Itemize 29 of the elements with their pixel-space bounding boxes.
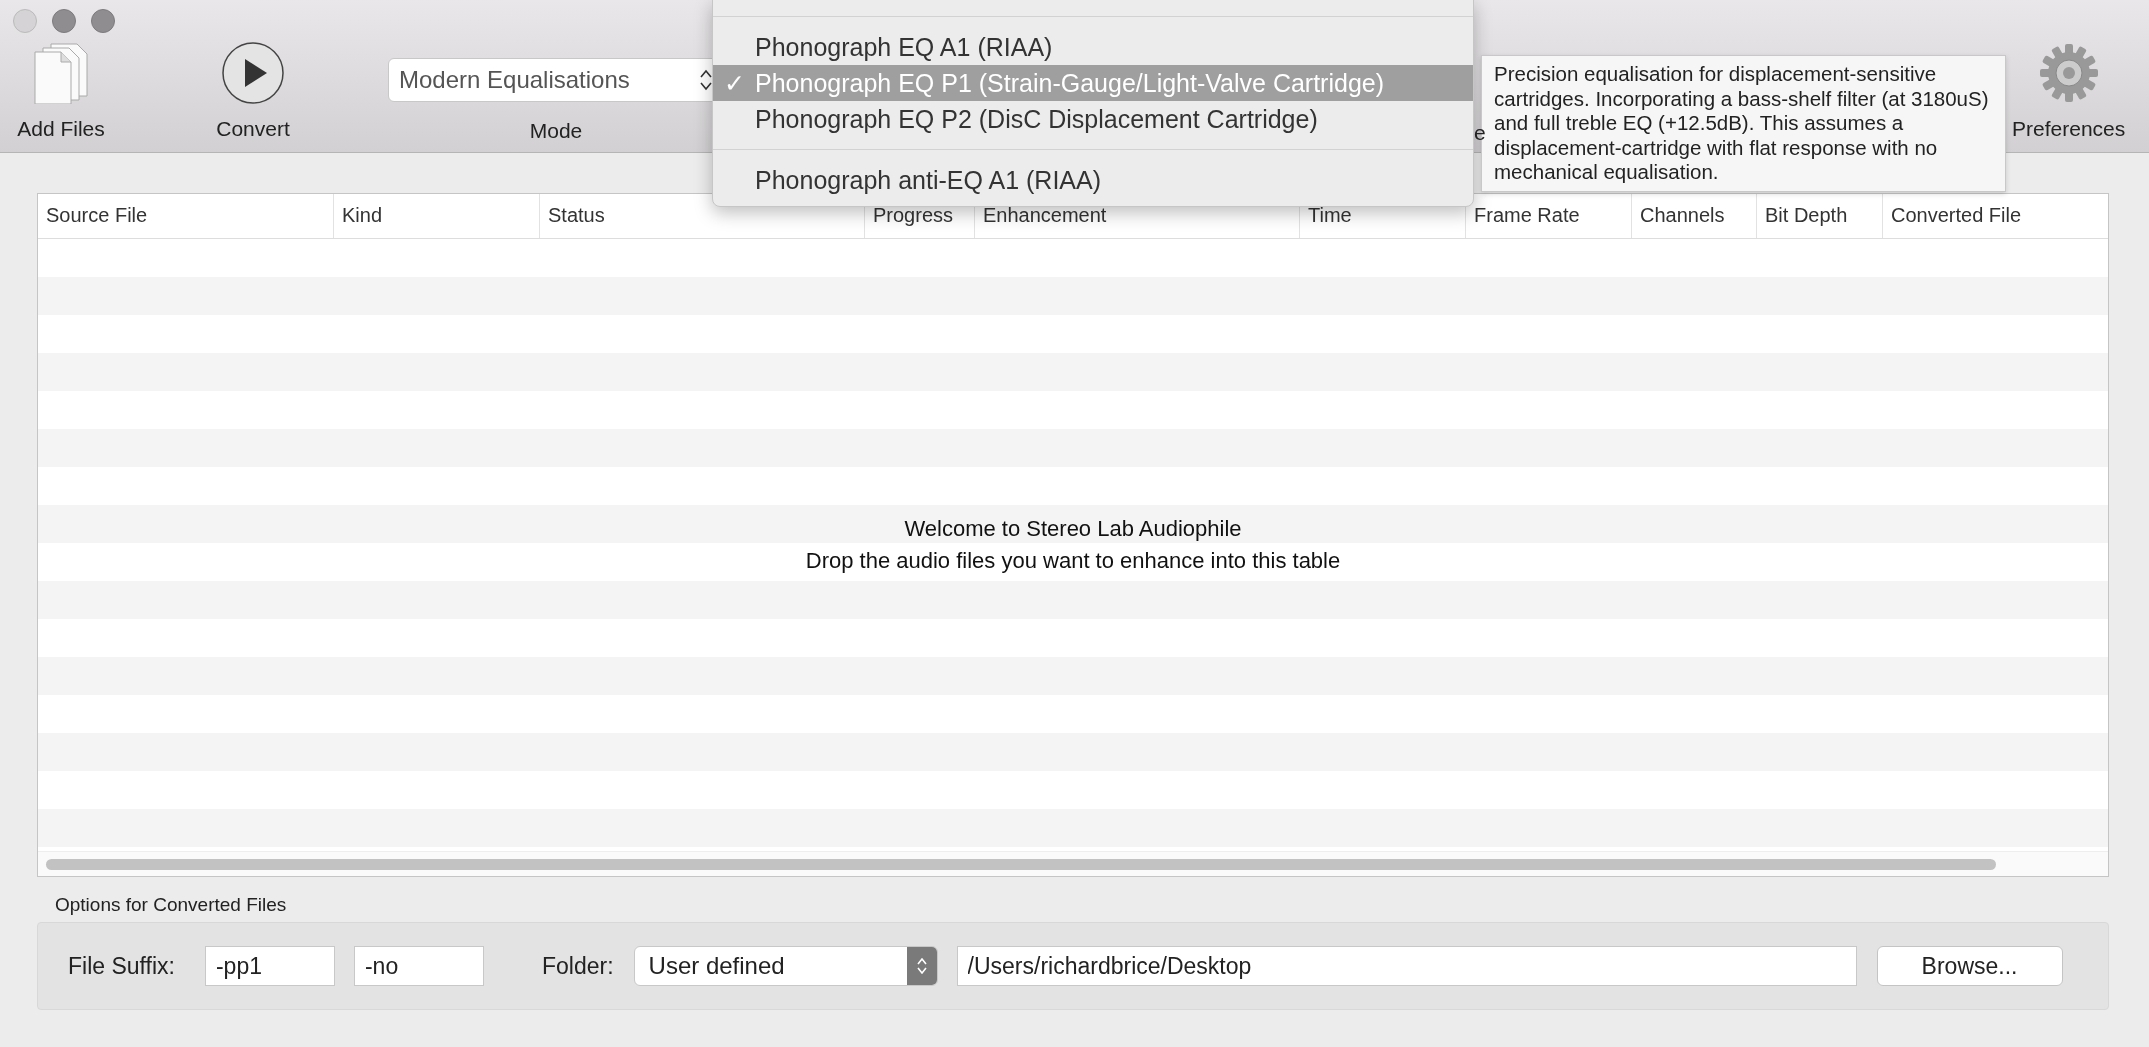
welcome-text: Drop the audio files you want to enhance into this table	[805, 548, 1341, 574]
toolbar-label: Preferences	[2012, 117, 2126, 141]
gear-icon	[2037, 42, 2100, 104]
column-header[interactable]: Bit Depth	[1757, 194, 1883, 238]
field-label: Folder:	[541, 952, 614, 980]
column-header[interactable]: Converted File	[1883, 194, 2083, 238]
column-header[interactable]: Channels	[1632, 194, 1757, 238]
toolbar-label: Add Files	[17, 117, 105, 141]
play-icon	[221, 41, 285, 105]
zoom-button[interactable]	[91, 9, 115, 33]
welcome-text: Welcome to Stereo Lab Audiophile	[904, 516, 1242, 542]
browse-button[interactable]: Browse...	[1876, 946, 2063, 986]
chevron-updown-icon	[699, 68, 713, 92]
section-title: Options for Converted Files	[55, 894, 288, 916]
chevron-updown-icon	[915, 956, 928, 976]
path-field[interactable]: /Users/richardbrice/Desktop	[956, 946, 1857, 986]
suffix-field[interactable]: -pp1	[204, 946, 335, 986]
close-button[interactable]	[13, 9, 37, 33]
scrollbar-thumb[interactable]	[46, 859, 1996, 870]
field-label: File Suffix:	[68, 952, 175, 980]
folder-dropdown[interactable]: User defined	[633, 946, 938, 986]
column-header[interactable]: Kind	[334, 194, 540, 238]
documents-icon	[31, 42, 91, 104]
toolbar-label: Mode	[529, 119, 583, 143]
minimize-button[interactable]	[52, 9, 76, 33]
column-header[interactable]: Source File	[38, 194, 334, 238]
suffix-field[interactable]: -no	[353, 946, 484, 986]
menu-item[interactable]: Phonograph EQ P2 (DisC Displacement Cartridge)	[713, 101, 1473, 137]
toolbar-label: Convert	[216, 117, 290, 141]
